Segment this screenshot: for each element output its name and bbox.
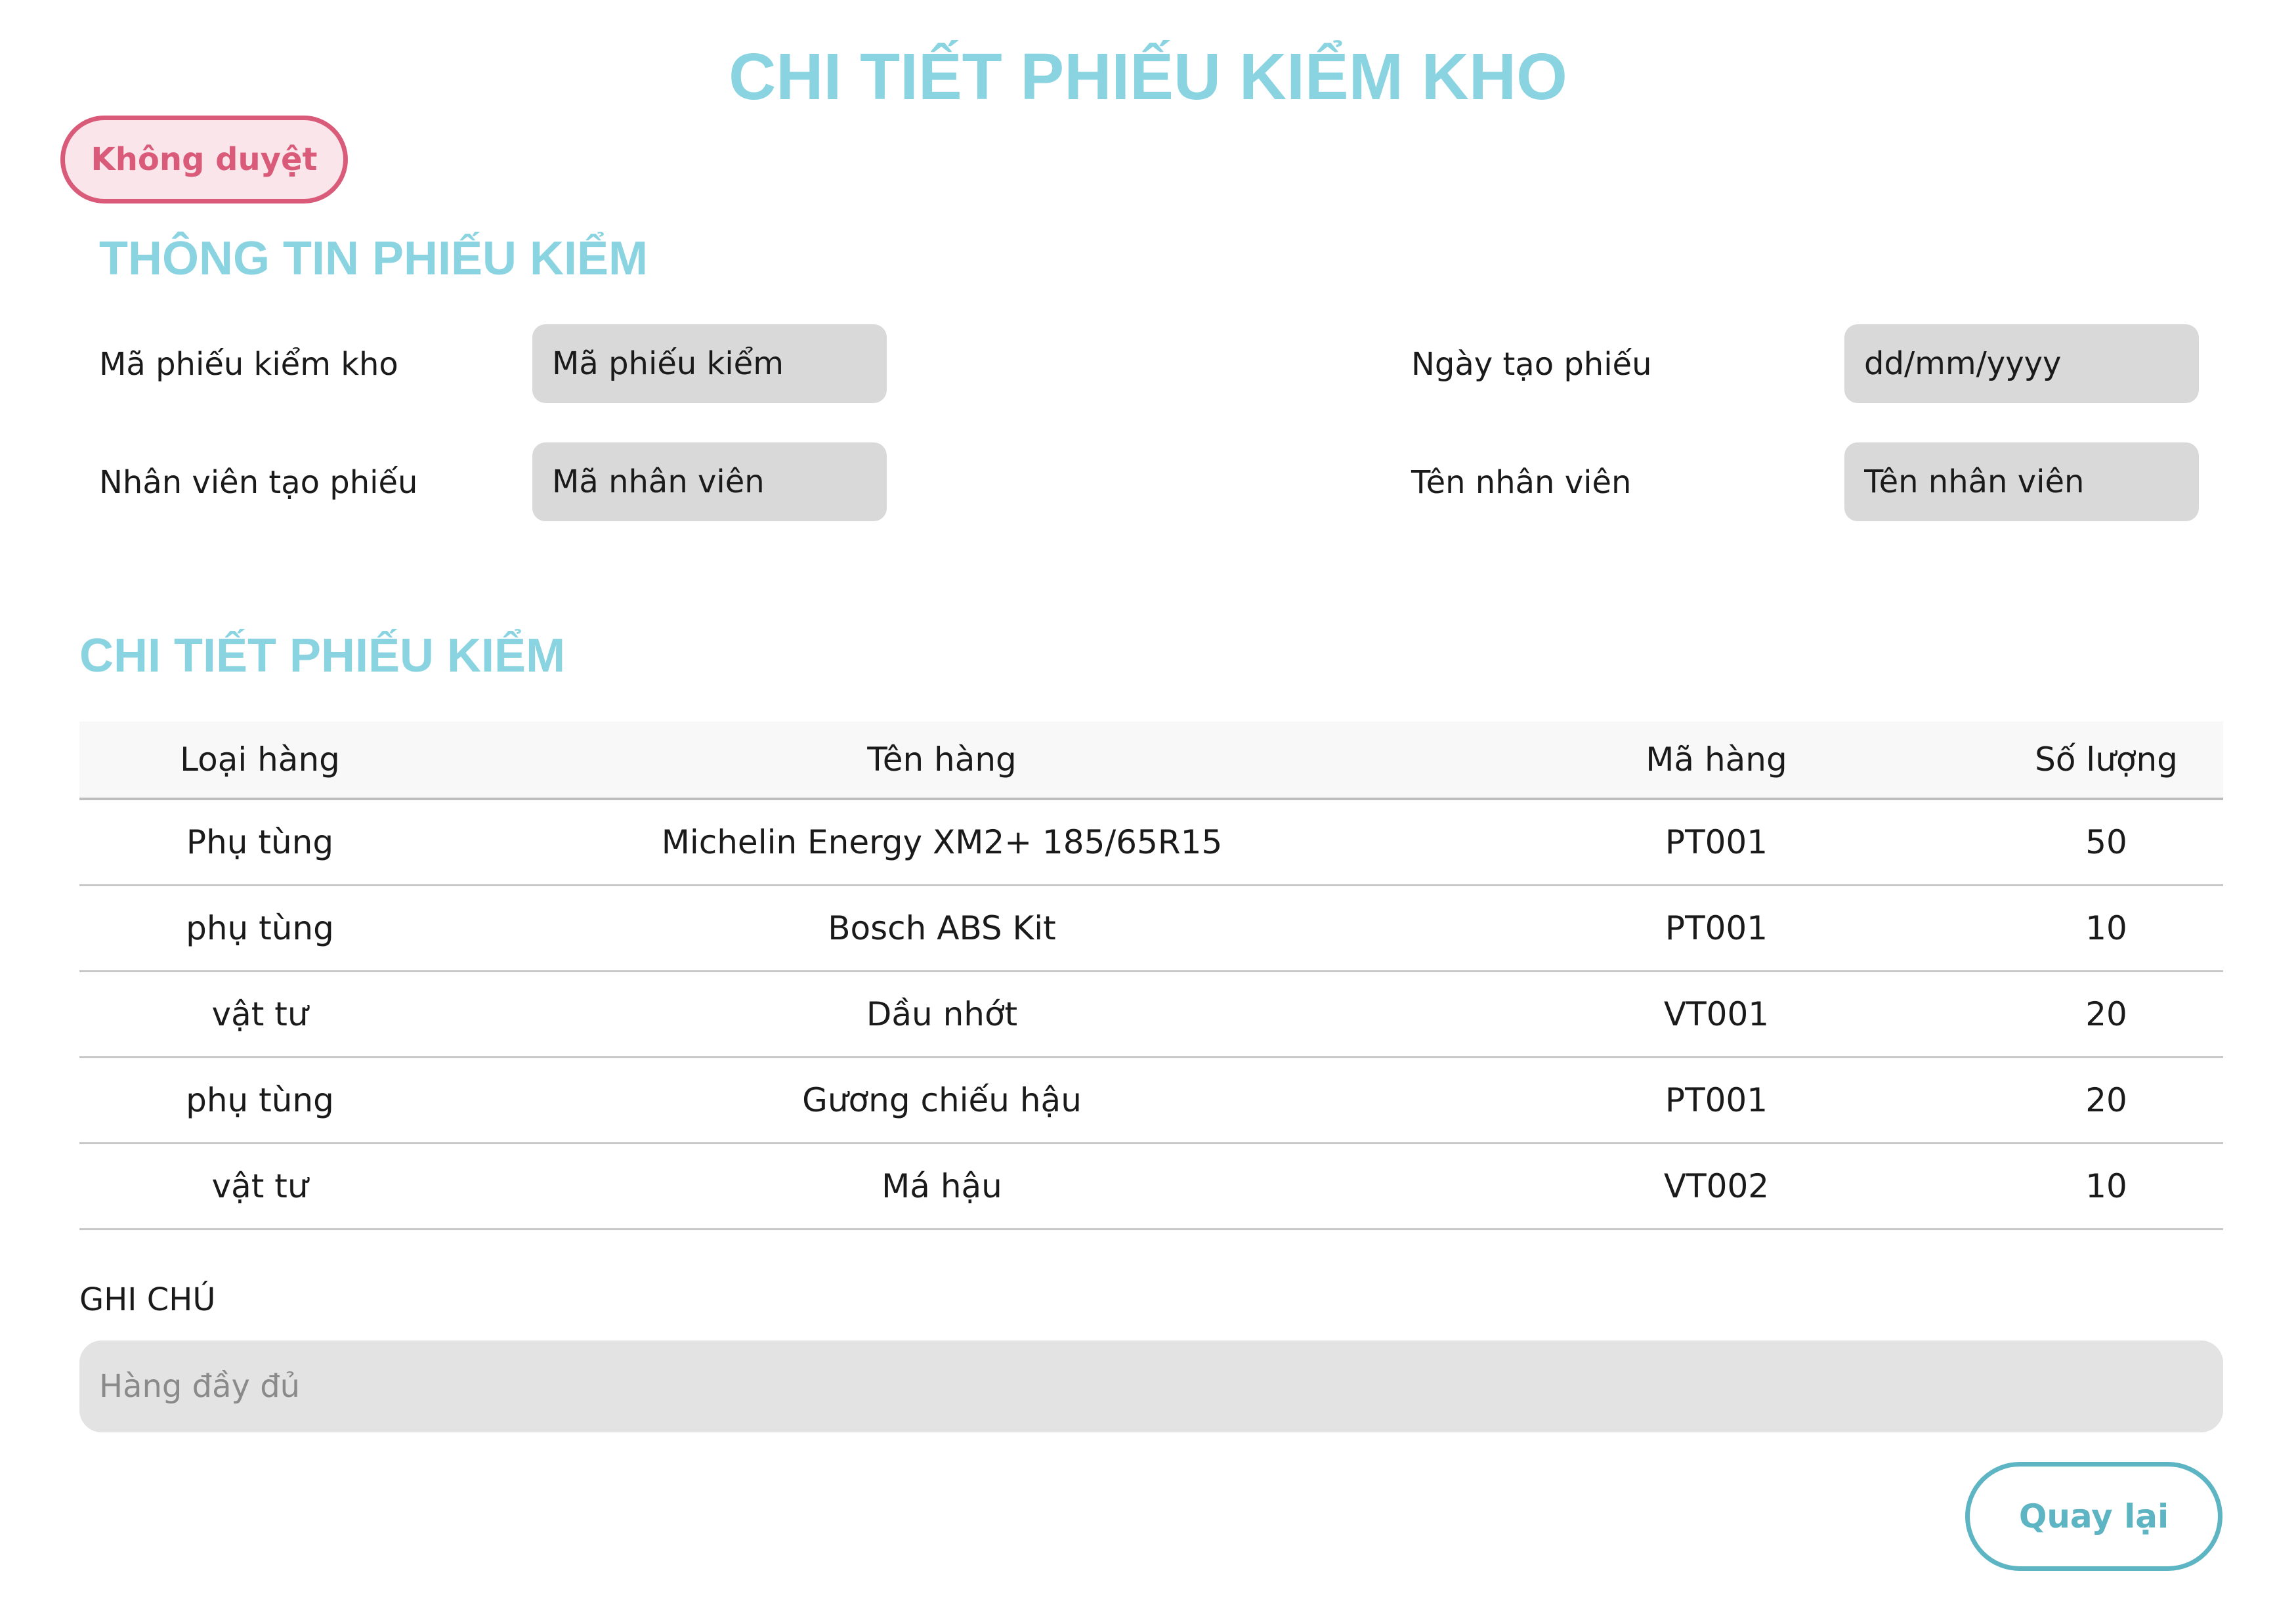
table-row: Phụ tùng Michelin Energy XM2+ 185/65R15 … [79, 799, 2223, 885]
cell-item-code: PT001 [1665, 823, 1768, 861]
cell-item-name: Má hậu [882, 1167, 1002, 1205]
cell-item-name: Gương chiếu hậu [802, 1081, 1082, 1119]
back-button[interactable]: Quay lại [1965, 1462, 2222, 1571]
table-row: vật tư Má hậu VT002 10 [79, 1143, 2223, 1229]
cell-quantity: 20 [2085, 1081, 2127, 1119]
cell-category: Phụ tùng [186, 823, 334, 861]
employee-name-label: Tên nhân viên [1411, 464, 1632, 501]
table-row: vật tư Dầu nhớt VT001 20 [79, 971, 2223, 1057]
table-row: phụ tùng Gương chiếu hậu PT001 20 [79, 1057, 2223, 1143]
employee-name-input[interactable] [1844, 442, 2199, 521]
page-title: CHI TIẾT PHIẾU KIỂM KHO [729, 40, 1567, 114]
column-header-item-code: Mã hàng [1646, 740, 1787, 779]
cell-category: phụ tùng [186, 909, 334, 947]
column-header-category: Loại hàng [180, 740, 340, 779]
detail-section-title: CHI TIẾT PHIẾU KIỂM [79, 630, 566, 682]
inventory-detail-table: Loại hàng Tên hàng Mã hàng Số lượng Phụ … [79, 721, 2223, 1230]
created-date-input[interactable] [1844, 324, 2199, 403]
cell-item-name: Bosch ABS Kit [828, 909, 1056, 947]
column-header-item-name: Tên hàng [867, 740, 1017, 779]
cell-quantity: 50 [2085, 823, 2127, 861]
created-date-label: Ngày tạo phiếu [1411, 346, 1652, 383]
employee-code-input[interactable] [532, 442, 887, 521]
table-header-row: Loại hàng Tên hàng Mã hàng Số lượng [79, 721, 2223, 799]
info-section-title: THÔNG TIN PHIẾU KIỂM [99, 232, 648, 285]
cell-item-code: VT002 [1663, 1167, 1770, 1205]
cell-quantity: 20 [2085, 995, 2127, 1033]
ticket-code-input[interactable] [532, 324, 887, 403]
cell-quantity: 10 [2085, 1167, 2127, 1205]
note-label: GHI CHÚ [79, 1281, 216, 1318]
cell-item-code: PT001 [1665, 909, 1768, 947]
cell-item-name: Dầu nhớt [866, 995, 1018, 1033]
cell-item-name: Michelin Energy XM2+ 185/65R15 [661, 823, 1223, 861]
cell-item-code: PT001 [1665, 1081, 1768, 1119]
table-row: phụ tùng Bosch ABS Kit PT001 10 [79, 885, 2223, 971]
cell-item-code: VT001 [1663, 995, 1770, 1033]
cell-category: vật tư [211, 995, 308, 1033]
ticket-code-label: Mã phiếu kiểm kho [99, 346, 398, 383]
cell-category: vật tư [211, 1167, 308, 1205]
cell-category: phụ tùng [186, 1081, 334, 1119]
note-input[interactable] [79, 1340, 2223, 1432]
status-badge: Không duyệt [60, 116, 348, 204]
cell-quantity: 10 [2085, 909, 2127, 947]
column-header-quantity: Số lượng [2035, 740, 2178, 779]
employee-code-label: Nhân viên tạo phiếu [99, 464, 418, 501]
